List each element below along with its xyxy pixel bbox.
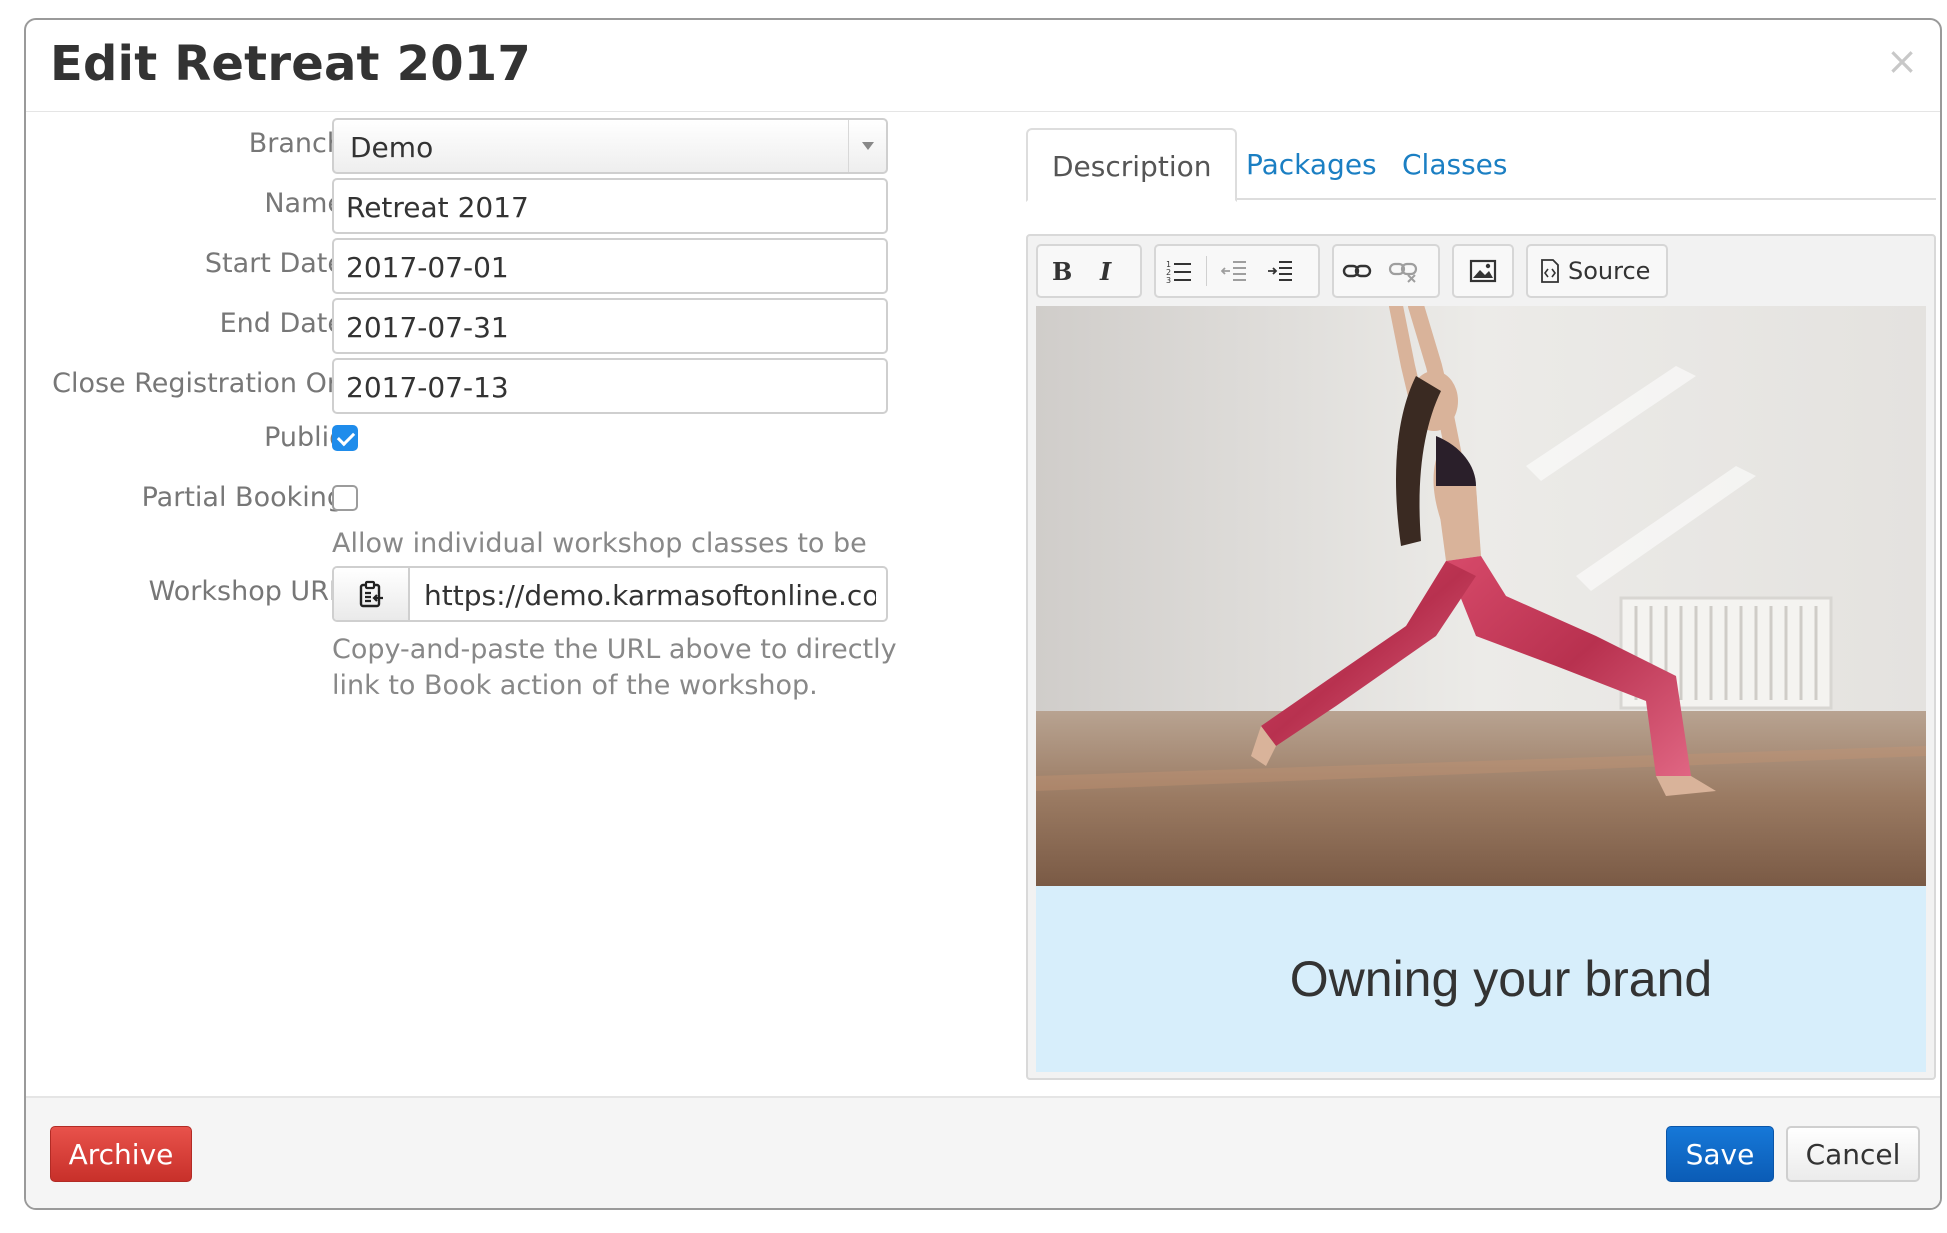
content-banner: Owning your brand: [1036, 886, 1926, 1072]
chevron-down-icon[interactable]: [848, 120, 886, 172]
format-toolbar-group: B I: [1036, 244, 1142, 298]
svg-text:B: B: [1052, 258, 1072, 284]
archive-button[interactable]: Archive: [50, 1126, 192, 1182]
tab-classes[interactable]: Classes: [1378, 128, 1531, 200]
workshop-url-label: Workshop URL: [148, 576, 344, 607]
svg-text:I: I: [1099, 258, 1112, 284]
yoga-photo: [1036, 306, 1926, 886]
indent-icon[interactable]: [1257, 248, 1303, 294]
modal-header: Edit Retreat 2017 ×: [26, 20, 1940, 112]
tab-description[interactable]: Description: [1026, 128, 1238, 202]
numbered-list-icon[interactable]: 1 2 3: [1156, 248, 1202, 294]
end-date-field[interactable]: 2017-07-31: [332, 298, 888, 354]
toolbar-separator: [1206, 256, 1207, 286]
partial-booking-label: Partial Booking: [141, 482, 344, 513]
start-date-field[interactable]: 2017-07-01: [332, 238, 888, 294]
cancel-button[interactable]: Cancel: [1786, 1126, 1920, 1182]
branch-value: Demo: [350, 131, 434, 164]
source-button[interactable]: Source: [1528, 257, 1662, 285]
source-code-icon: [1541, 259, 1559, 283]
unlink-icon[interactable]: [1380, 248, 1426, 294]
partial-booking-checkbox[interactable]: [332, 485, 358, 511]
yoga-photo-illustration: [1036, 306, 1926, 886]
copy-url-button[interactable]: [334, 568, 410, 620]
public-checkbox[interactable]: [332, 425, 358, 451]
clipboard-icon: [359, 580, 383, 608]
close-registration-field[interactable]: 2017-07-13: [332, 358, 888, 414]
bold-icon[interactable]: B: [1038, 248, 1084, 294]
edit-modal: Edit Retreat 2017 × Branch Demo Name Ret…: [24, 18, 1942, 1210]
italic-icon[interactable]: I: [1084, 248, 1130, 294]
svg-text:3: 3: [1166, 276, 1171, 284]
link-toolbar-group: [1332, 244, 1440, 298]
banner-heading: Owning your brand: [1289, 951, 1713, 1007]
modal-footer: Archive Save Cancel: [26, 1096, 1940, 1208]
editor-content[interactable]: Owning your brand: [1036, 306, 1926, 1072]
image-icon[interactable]: [1454, 248, 1512, 294]
editor-tabs: Description Packages Classes: [1026, 128, 1936, 202]
tab-packages[interactable]: Packages: [1222, 128, 1401, 200]
close-icon[interactable]: ×: [1886, 42, 1918, 80]
image-toolbar-group: [1452, 244, 1514, 298]
end-date-label: End Date: [219, 308, 344, 339]
rich-text-editor: B I 1 2 3 Source Owning your brand: [1026, 234, 1936, 1080]
workshop-url-field[interactable]: https://demo.karmasoftonline.com/m: [424, 579, 876, 612]
name-field[interactable]: Retreat 2017: [332, 178, 888, 234]
source-label: Source: [1568, 257, 1651, 285]
outdent-icon[interactable]: [1211, 248, 1257, 294]
start-date-label: Start Date: [204, 248, 344, 279]
branch-label: Branch: [248, 128, 344, 159]
close-registration-label: Close Registration On: [52, 368, 344, 399]
list-toolbar-group: 1 2 3: [1154, 244, 1320, 298]
branch-select[interactable]: Demo: [332, 118, 888, 174]
workshop-url-group: https://demo.karmasoftonline.com/m: [332, 566, 888, 622]
modal-title: Edit Retreat 2017: [50, 36, 531, 92]
source-toolbar-group: Source: [1526, 244, 1668, 298]
link-icon[interactable]: [1334, 248, 1380, 294]
workshop-url-help: Copy-and-paste the URL above to directly…: [332, 634, 897, 701]
save-button[interactable]: Save: [1666, 1126, 1774, 1182]
